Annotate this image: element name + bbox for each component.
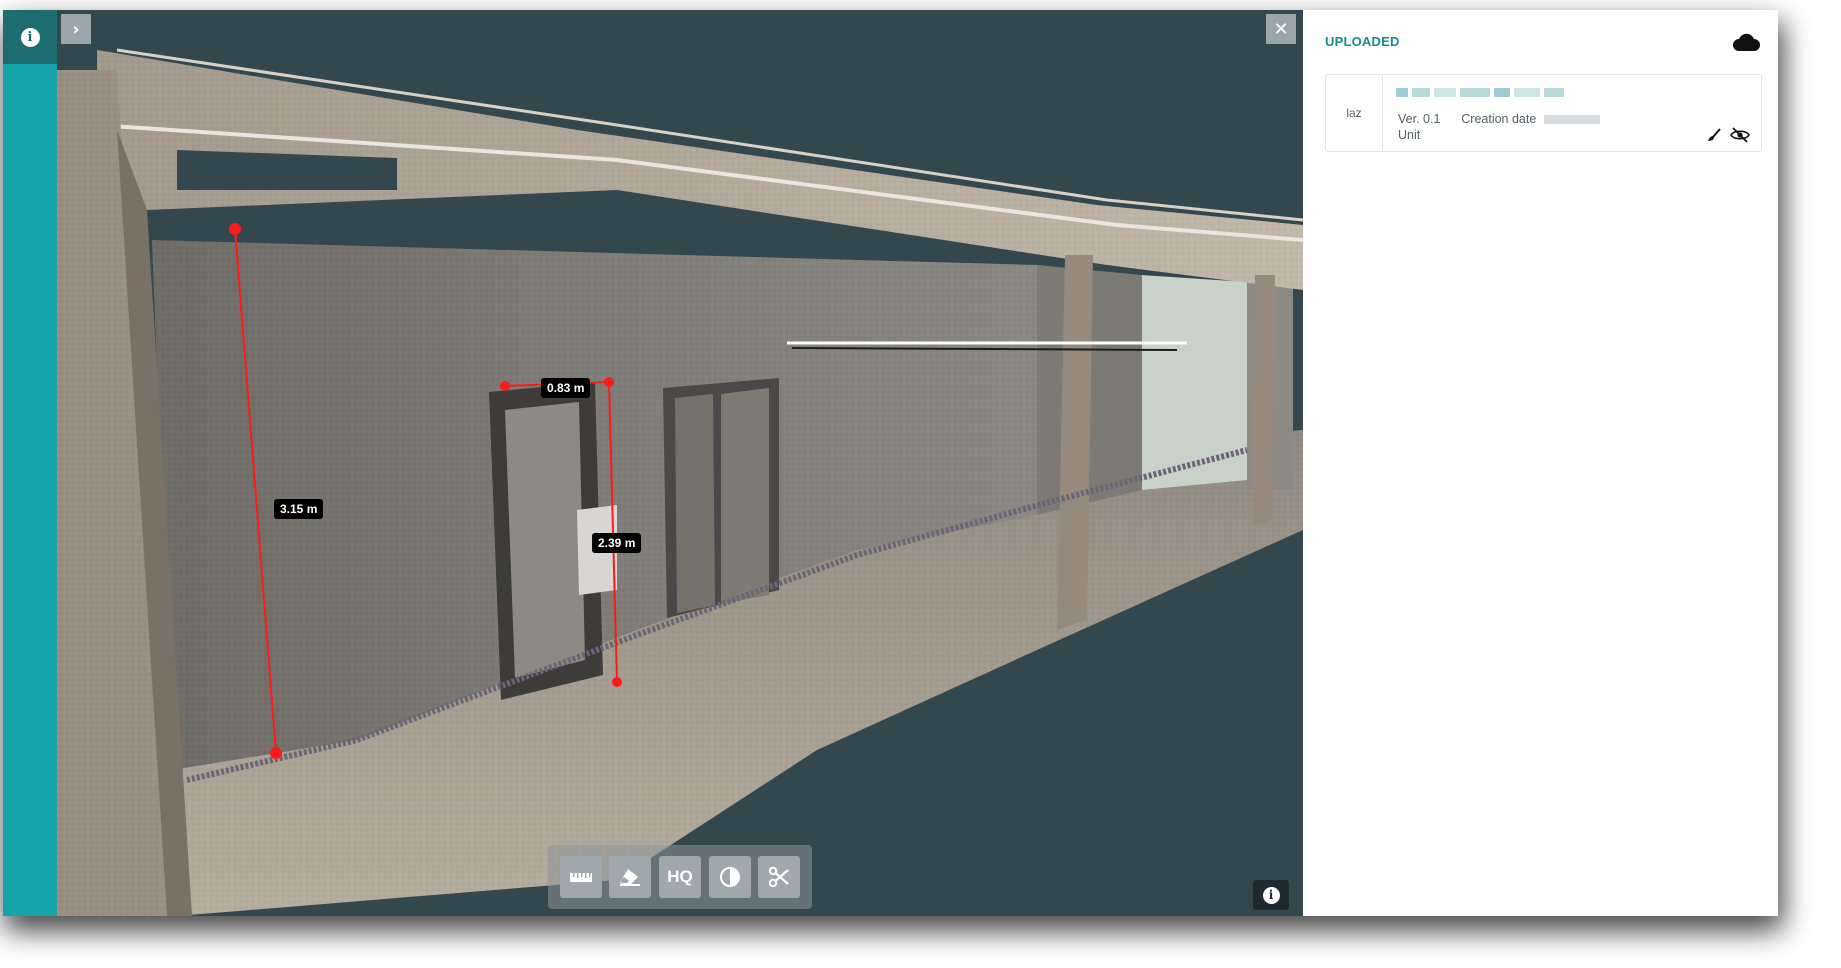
point-cloud-viewer[interactable]: › ✕ 3.15 m 0.83 m 2.39 m HQ i <box>57 10 1303 916</box>
left-rail: i <box>3 10 57 916</box>
hq-label: HQ <box>667 867 693 886</box>
viewer-window: i › ✕ 3.15 m 0.83 m 2.39 m HQ i UPLOADED… <box>3 10 1778 916</box>
contrast-button[interactable] <box>708 856 751 898</box>
brush-icon[interactable] <box>1706 127 1722 143</box>
uploaded-panel: UPLOADED laz Ver. 0.1 Creation date Unit <box>1303 10 1778 916</box>
file-format-label: laz <box>1326 75 1383 151</box>
cloud-icon[interactable] <box>1731 31 1761 53</box>
sidebar-info-button[interactable]: i <box>3 10 57 64</box>
close-viewer-button[interactable]: ✕ <box>1266 14 1296 44</box>
unit-label: Unit <box>1398 128 1421 142</box>
viewer-info-button[interactable]: i <box>1253 880 1289 910</box>
expand-panel-button[interactable]: › <box>61 14 91 44</box>
eraser-icon <box>620 869 641 886</box>
info-icon: i <box>20 27 40 47</box>
file-name-obscured <box>1396 87 1596 97</box>
scissors-icon <box>768 866 789 888</box>
file-version: Ver. 0.1 <box>1398 112 1441 126</box>
viewer-toolbar: HQ <box>548 845 812 909</box>
creation-date-label: Creation date <box>1461 112 1537 126</box>
hq-button[interactable]: HQ <box>658 856 701 898</box>
measurement-label-door-width[interactable]: 0.83 m <box>541 378 591 398</box>
file-meta: Ver. 0.1 Creation date <box>1398 112 1600 126</box>
measurement-label-door-height[interactable]: 2.39 m <box>592 533 642 553</box>
app-root: i › ✕ 3.15 m 0.83 m 2.39 m HQ i UPLOADED… <box>0 0 1841 968</box>
clip-button[interactable] <box>758 856 801 898</box>
measurement-label-height-left[interactable]: 3.15 m <box>274 499 324 519</box>
close-icon: ✕ <box>1273 18 1289 40</box>
creation-date-obscured <box>1543 115 1600 125</box>
point-cloud-scene <box>57 48 1303 916</box>
erase-button[interactable] <box>609 856 652 898</box>
ruler-icon <box>569 873 592 882</box>
measure-button[interactable] <box>559 856 602 898</box>
contrast-icon <box>719 867 740 887</box>
eye-slash-icon[interactable] <box>1730 127 1750 143</box>
file-card[interactable]: laz Ver. 0.1 Creation date Unit <box>1325 74 1762 152</box>
info-icon: i <box>1262 886 1280 904</box>
chevron-right-icon: › <box>72 18 80 40</box>
panel-title: UPLOADED <box>1325 34 1400 49</box>
